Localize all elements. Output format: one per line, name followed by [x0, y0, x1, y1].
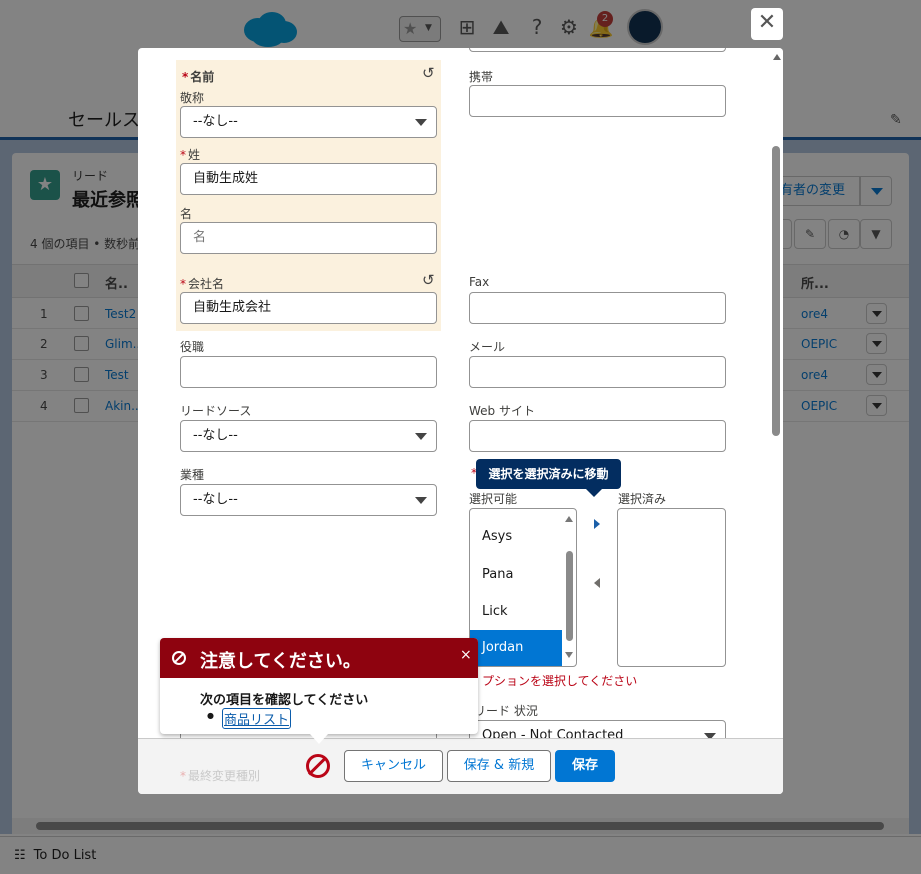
move-to-selected-tooltip: 選択を選択済みに移動	[476, 459, 621, 497]
title-input[interactable]	[180, 356, 437, 388]
error-popover-subtitle: 次の項目を確認してください	[200, 693, 369, 708]
lead-status-select[interactable]: Open - Not Contacted	[469, 720, 726, 738]
industry-select[interactable]: --なし--	[180, 484, 437, 516]
website-input[interactable]	[469, 420, 726, 452]
error-icon	[172, 651, 186, 665]
last-changed-label: * 最終変更種別	[180, 769, 261, 783]
company-label: * 会社名	[180, 277, 225, 291]
save-and-new-button[interactable]: 保存 & 新規	[447, 750, 551, 782]
lead-status-label: リード 状況	[474, 704, 538, 718]
salutation-select[interactable]: --なし--	[180, 106, 437, 138]
fax-input[interactable]	[469, 292, 726, 324]
lead-source-select[interactable]: --なし--	[180, 420, 437, 452]
scroll-up-icon[interactable]	[773, 54, 781, 60]
mobile-label: 携帯	[469, 70, 494, 84]
mobile-input[interactable]	[469, 85, 726, 117]
close-icon[interactable]: ×	[460, 647, 472, 663]
firstname-label: 名	[180, 207, 193, 221]
available-label: 選択可能	[469, 492, 518, 506]
listbox-scrollbar-thumb[interactable]	[566, 551, 573, 641]
error-popover: 注意してください。 × 次の項目を確認してください ● 商品リスト	[160, 638, 478, 734]
lastname-label: * 姓	[180, 148, 201, 162]
title-label: 役職	[180, 340, 205, 354]
bullet: ●	[207, 711, 214, 720]
close-modal-button[interactable]: ✕	[751, 8, 783, 40]
save-button[interactable]: 保存	[555, 750, 615, 782]
undo-icon[interactable]: ↺	[422, 271, 435, 289]
lastname-input[interactable]: 自動生成姓	[180, 163, 437, 195]
company-input[interactable]: 自動生成会社	[180, 292, 437, 324]
popover-tail	[310, 734, 328, 744]
error-popover-title: 注意してください。	[200, 651, 361, 672]
error-icon[interactable]	[306, 754, 330, 778]
selected-listbox[interactable]	[617, 508, 726, 667]
scroll-up-icon[interactable]	[565, 516, 573, 522]
modal-scrollbar-thumb[interactable]	[772, 146, 780, 436]
undo-icon[interactable]: ↺	[422, 64, 435, 82]
lead-source-label: リードソース	[180, 404, 252, 418]
fax-label: Fax	[469, 275, 490, 289]
website-label: Web サイト	[469, 404, 535, 418]
partial-field[interactable]	[469, 48, 726, 52]
error-field-link[interactable]: 商品リスト	[222, 708, 292, 729]
scroll-down-icon[interactable]	[565, 652, 573, 658]
listbox-option[interactable]: Pana	[470, 557, 562, 593]
listbox-option[interactable]: Asys	[470, 519, 562, 555]
move-right-icon[interactable]	[594, 519, 600, 529]
listbox-option-selected[interactable]: Jordan	[470, 630, 562, 666]
move-left-icon[interactable]	[594, 578, 600, 588]
listbox-error-message: プションを選択してください	[482, 674, 638, 688]
available-listbox[interactable]: Asys Pana Lick Jordan	[469, 508, 577, 667]
firstname-input[interactable]: 名	[180, 222, 437, 254]
selected-label: 選択済み	[618, 492, 667, 506]
cancel-button[interactable]: キャンセル	[344, 750, 443, 782]
listbox-option[interactable]: Lick	[470, 594, 562, 630]
name-label: * 名前	[182, 70, 215, 84]
email-label: メール	[469, 340, 506, 354]
email-input[interactable]	[469, 356, 726, 388]
salutation-label: 敬称	[180, 91, 205, 105]
industry-label: 業種	[180, 468, 205, 482]
modal-body: * 名前 ↺ 敬称 --なし-- * 姓 自動生成姓 名 名 * 会社名 ↺ 自動生成…	[138, 48, 771, 738]
